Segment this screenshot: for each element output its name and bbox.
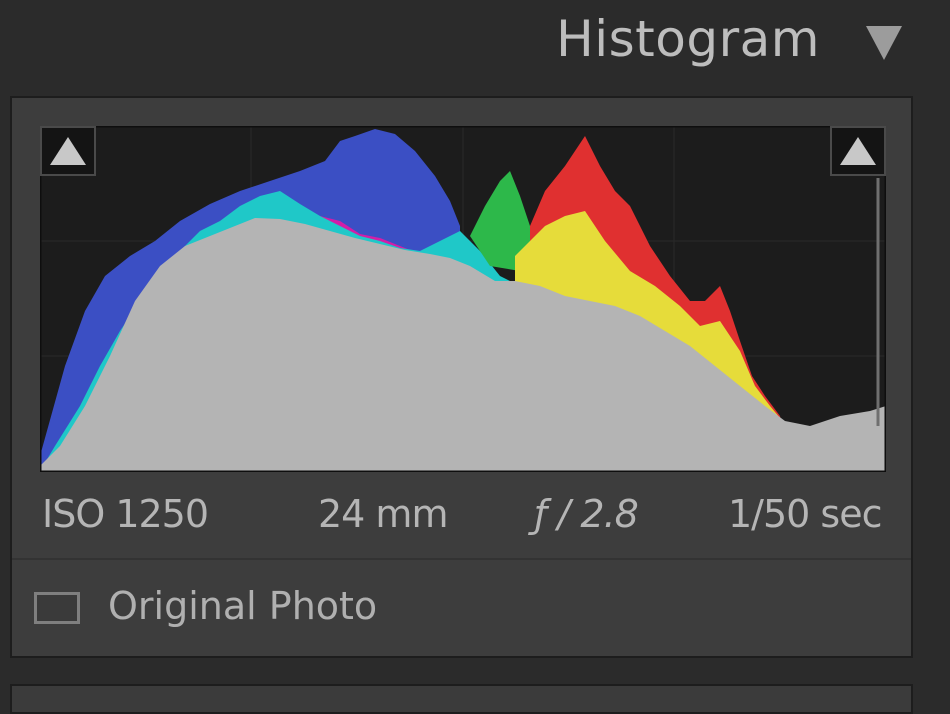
histogram-svg	[40, 126, 886, 472]
original-photo-label: Original Photo	[108, 584, 378, 628]
original-photo-toggle[interactable]: Original Photo	[34, 584, 534, 636]
panel-divider	[12, 558, 911, 560]
highlight-clipping-toggle[interactable]	[830, 126, 886, 176]
next-panel-edge	[10, 684, 913, 714]
histogram-graph[interactable]	[40, 126, 886, 472]
histogram-panel: ISO 1250 24 mm ƒ / 2.8 1/50 sec Original…	[10, 96, 913, 658]
triangle-up-icon	[840, 137, 876, 165]
original-photo-checkbox[interactable]	[34, 592, 80, 624]
exif-iso: ISO 1250	[42, 492, 209, 536]
shadow-clipping-toggle[interactable]	[40, 126, 96, 176]
exif-focal-length: 24 mm	[318, 492, 448, 536]
panel-title: Histogram	[556, 10, 820, 68]
histogram-header: Histogram	[0, 0, 950, 92]
triangle-down-icon[interactable]	[866, 26, 902, 60]
exif-aperture: ƒ / 2.8	[534, 492, 639, 536]
triangle-up-icon	[50, 137, 86, 165]
exif-shutter-speed: 1/50 sec	[728, 492, 882, 536]
